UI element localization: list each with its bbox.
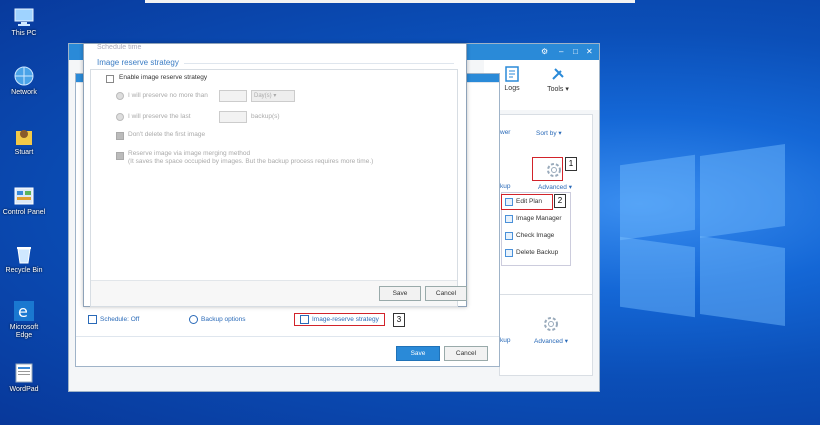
backup-label: kup	[500, 183, 511, 190]
merge-method-checkbox[interactable]	[116, 152, 124, 160]
tools-label: Tools	[547, 86, 564, 93]
desktop-icon-this-pc[interactable]: This PC	[2, 6, 46, 38]
merge-method-label: Reserve image via image merging method	[128, 150, 251, 157]
image-reserve-label: Image-reserve strategy	[312, 316, 379, 324]
desktop-icon-label: Recycle Bin	[5, 267, 43, 274]
section-divider	[184, 63, 454, 64]
callout-number-3: 3	[393, 313, 405, 327]
delete-backup-icon	[505, 249, 513, 257]
chevron-down-icon: ▾	[563, 86, 569, 93]
callout-number-2: 2	[554, 194, 566, 208]
maximize-icon[interactable]: □	[573, 47, 578, 56]
backup-label-2: kup	[500, 337, 511, 344]
reserve-cancel-button[interactable]: Cancel	[425, 286, 467, 301]
viewer-link[interactable]: wer	[500, 129, 510, 136]
merge-method-note: (It saves the space occupied by images. …	[128, 158, 374, 165]
days-unit-label: Day(s)	[254, 93, 272, 99]
backups-stepper[interactable]	[219, 111, 247, 123]
advanced-label-2: Advanced	[534, 338, 563, 345]
advanced-label: Advanced	[538, 184, 567, 191]
callout-box-advanced	[532, 157, 563, 181]
desktop-icon-network[interactable]: Network	[2, 65, 46, 97]
desktop-icon-label: WordPad	[9, 386, 39, 393]
preserve-days-radio[interactable]	[116, 92, 124, 100]
save-button[interactable]: Save	[396, 346, 440, 361]
callout-number-1: 1	[565, 157, 577, 171]
gear-icon	[189, 315, 198, 324]
close-icon[interactable]: ✕	[586, 47, 593, 56]
desktop-icon-label: This PC	[11, 30, 37, 37]
edge-icon: e	[13, 300, 35, 322]
desktop-icon-edge[interactable]: e Microsoft Edge	[2, 300, 46, 340]
desktop-icon-label: Network	[11, 89, 37, 96]
cancel-button[interactable]: Cancel	[444, 346, 488, 361]
image-reserve-icon	[300, 315, 309, 324]
image-reserve-strategy-link[interactable]: Image-reserve strategy	[294, 313, 385, 326]
advanced-button-2[interactable]: Advanced ▾	[534, 337, 568, 345]
days-stepper[interactable]	[219, 90, 247, 102]
days-unit-select[interactable]: Day(s) ▾	[251, 90, 295, 102]
settings-icon[interactable]: ⚙	[541, 47, 548, 56]
app-toolbar: Logs Tools ▾	[484, 60, 599, 110]
computer-icon	[13, 6, 35, 28]
desktop-icon-label: Stuart	[14, 149, 34, 156]
backup-options-label: Backup options	[201, 316, 246, 324]
menu-item-label: Image Manager	[516, 215, 562, 222]
windows-logo-glow	[600, 144, 790, 330]
preserve-backups-label: I will preserve the last	[128, 113, 191, 120]
menu-item-check-image[interactable]: Check Image	[502, 227, 570, 244]
dont-delete-first-label: Don't delete the first image	[128, 131, 206, 138]
backups-unit-label: backup(s)	[251, 113, 280, 120]
plan-panel-2: kup Advanced ▾	[499, 294, 593, 376]
image-manager-icon	[505, 215, 513, 223]
logs-icon	[504, 66, 520, 82]
desktop-icon-recycle-bin[interactable]: Recycle Bin	[2, 243, 46, 275]
tools-button[interactable]: Tools ▾	[538, 66, 578, 93]
check-image-icon	[505, 232, 513, 240]
logs-label: Logs	[504, 85, 520, 92]
network-icon	[13, 65, 35, 87]
menu-item-label: Delete Backup	[516, 249, 559, 256]
menu-item-image-manager[interactable]: Image Manager	[502, 210, 570, 227]
preserve-backups-radio[interactable]	[116, 113, 124, 121]
enable-strategy-label: Enable image reserve strategy	[119, 74, 208, 81]
preserve-days-label: I will preserve no more than	[128, 92, 208, 99]
tools-icon	[550, 66, 566, 82]
window-edge	[145, 0, 635, 3]
dont-delete-first-checkbox[interactable]	[116, 132, 124, 140]
desktop-icon-label: Microsoft Edge	[9, 324, 39, 339]
svg-text:e: e	[18, 302, 28, 321]
reserve-options-box: Enable image reserve strategy I will pre…	[90, 69, 467, 307]
control-panel-icon	[13, 185, 35, 207]
sort-by-dropdown[interactable]: Sort by ▾	[536, 129, 562, 137]
backup-options-link[interactable]: Backup options	[189, 315, 245, 324]
faded-header: Schedule time	[97, 44, 142, 51]
reserve-save-button[interactable]: Save	[379, 286, 421, 301]
schedule-link[interactable]: Schedule: Off	[88, 315, 139, 324]
section-title: Image reserve strategy	[97, 58, 179, 67]
divider	[76, 336, 499, 337]
sort-by-label: Sort by	[536, 130, 557, 137]
image-reserve-dialog: Schedule time Image reserve strategy Ena…	[83, 43, 467, 307]
calendar-icon	[88, 315, 97, 324]
recycle-bin-icon	[13, 243, 35, 265]
desktop-icon-label: Control Panel	[2, 209, 46, 216]
menu-item-label: Check Image	[516, 232, 555, 239]
callout-box-edit-plan	[501, 194, 553, 210]
menu-item-delete-backup[interactable]: Delete Backup	[502, 244, 570, 261]
user-folder-icon	[13, 125, 35, 147]
minimize-icon[interactable]: –	[559, 47, 563, 56]
advanced-gear-icon-2	[542, 315, 560, 335]
advanced-button[interactable]: Advanced ▾	[538, 183, 572, 191]
wordpad-icon	[13, 362, 35, 384]
desktop-icon-stuart[interactable]: Stuart	[2, 125, 46, 157]
desktop-icon-wordpad[interactable]: WordPad	[2, 362, 46, 394]
schedule-label: Schedule: Off	[100, 316, 140, 324]
desktop-icon-control-panel[interactable]: Control Panel	[2, 185, 46, 217]
enable-strategy-checkbox[interactable]	[106, 75, 114, 83]
